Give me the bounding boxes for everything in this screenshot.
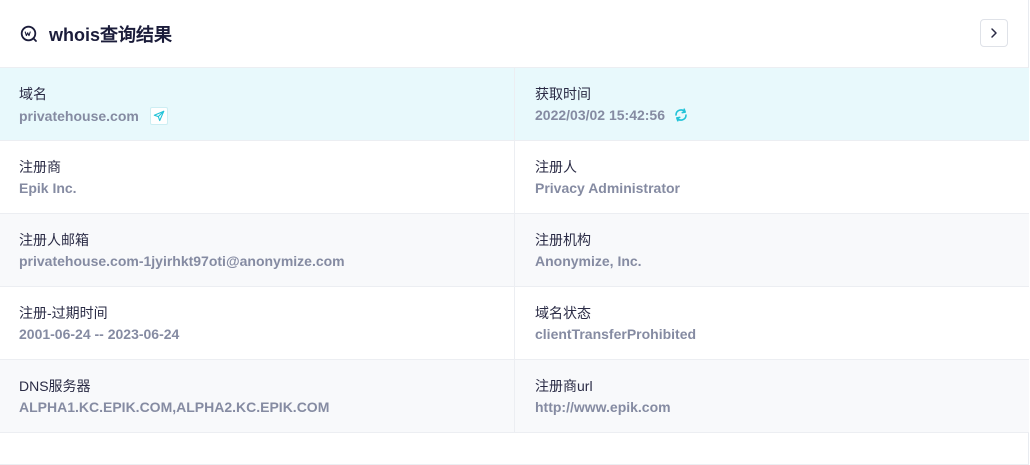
- registrant-label: 注册人: [535, 159, 577, 175]
- registrant-cell: 注册人 Privacy Administrator: [515, 141, 1029, 213]
- whois-logo-icon: [20, 25, 38, 43]
- whois-info-grid: 域名 privatehouse.com 获取时间 2022/03/02 15:4…: [0, 68, 1029, 433]
- info-row-dns: DNS服务器 ALPHA1.KC.EPIK.COM,ALPHA2.KC.EPIK…: [0, 360, 1029, 433]
- send-arrow-icon: [153, 110, 165, 122]
- domain-value[interactable]: privatehouse.com: [19, 108, 139, 124]
- registrar-label: 注册商: [19, 159, 61, 175]
- registrar-value: Epik Inc.: [19, 180, 77, 196]
- fetch-time-value: 2022/03/02 15:42:56: [535, 107, 665, 123]
- domain-value-wrap: privatehouse.com: [19, 107, 514, 125]
- info-row-dates: 注册-过期时间 2001-06-24 -- 2023-06-24 域名状态 cl…: [0, 287, 1029, 360]
- reg-expiry-cell: 注册-过期时间 2001-06-24 -- 2023-06-24: [0, 287, 515, 359]
- whois-result-panel: whois查询结果 域名 privatehouse.com 获取时间 2022/…: [0, 0, 1029, 465]
- domain-label: 域名: [19, 86, 47, 102]
- registrar-url-label: 注册商url: [535, 378, 593, 394]
- registrant-email-cell: 注册人邮箱 privatehouse.com-1jyirhkt97oti@ano…: [0, 214, 515, 286]
- visit-domain-button[interactable]: [149, 107, 168, 125]
- info-row-email: 注册人邮箱 privatehouse.com-1jyirhkt97oti@ano…: [0, 214, 1029, 287]
- registrant-email-value: privatehouse.com-1jyirhkt97oti@anonymize…: [19, 253, 345, 269]
- registrant-email-label: 注册人邮箱: [19, 232, 89, 248]
- domain-status-value: clientTransferProhibited: [535, 326, 697, 342]
- fetch-time-cell: 获取时间 2022/03/02 15:42:56: [515, 68, 1029, 140]
- registrant-org-cell: 注册机构 Anonymize, Inc.: [515, 214, 1029, 286]
- fetch-time-value-wrap: 2022/03/02 15:42:56: [535, 107, 1029, 123]
- registrar-cell: 注册商 Epik Inc.: [0, 141, 515, 213]
- page-title: whois查询结果: [49, 24, 173, 45]
- dns-server-cell: DNS服务器 ALPHA1.KC.EPIK.COM,ALPHA2.KC.EPIK…: [0, 360, 515, 432]
- next-button[interactable]: [980, 19, 1008, 47]
- dns-server-label: DNS服务器: [19, 378, 91, 394]
- reg-expiry-label: 注册-过期时间: [19, 305, 108, 321]
- refresh-icon[interactable]: [673, 107, 689, 123]
- dns-server-value: ALPHA1.KC.EPIK.COM,ALPHA2.KC.EPIK.COM: [19, 399, 330, 415]
- registrant-org-value: Anonymize, Inc.: [535, 253, 642, 269]
- reg-expiry-value: 2001-06-24 -- 2023-06-24: [19, 326, 180, 342]
- domain-status-label: 域名状态: [535, 305, 591, 321]
- info-row-registrar: 注册商 Epik Inc. 注册人 Privacy Administrator: [0, 141, 1029, 214]
- registrar-url-value[interactable]: http://www.epik.com: [535, 399, 1029, 415]
- registrar-url-cell: 注册商url http://www.epik.com: [515, 360, 1029, 432]
- chevron-right-icon: [988, 27, 1000, 39]
- domain-status-cell: 域名状态 clientTransferProhibited: [515, 287, 1029, 359]
- panel-header: whois查询结果: [0, 0, 1028, 68]
- domain-cell: 域名 privatehouse.com: [0, 68, 515, 140]
- fetch-time-label: 获取时间: [535, 86, 591, 102]
- registrant-org-label: 注册机构: [535, 232, 591, 248]
- info-row-domain: 域名 privatehouse.com 获取时间 2022/03/02 15:4…: [0, 68, 1029, 141]
- registrant-value: Privacy Administrator: [535, 180, 680, 196]
